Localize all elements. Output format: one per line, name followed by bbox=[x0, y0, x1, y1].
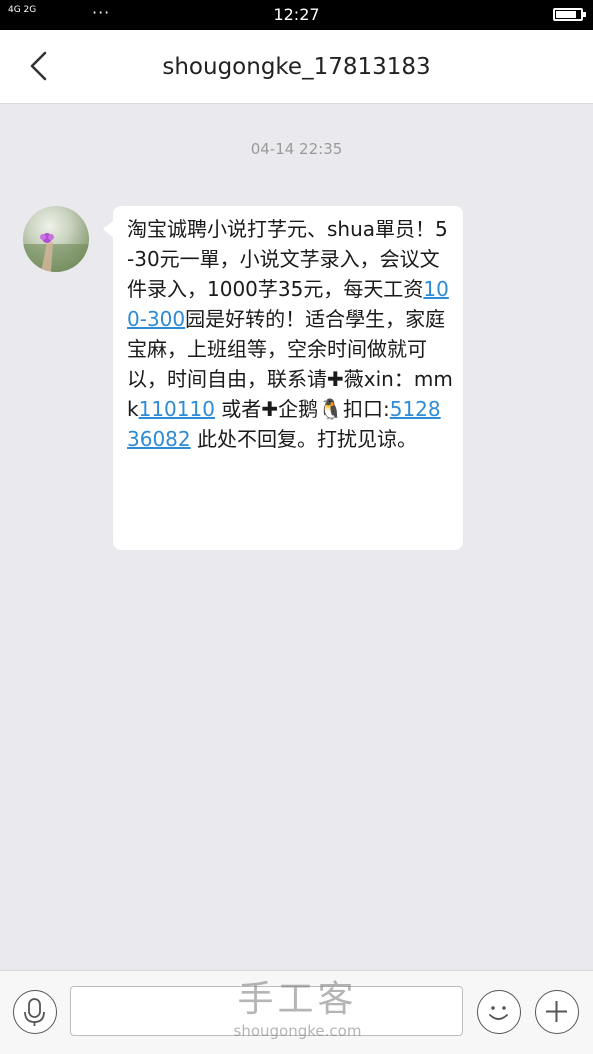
plus-icon: ✚ bbox=[327, 367, 344, 391]
status-bar: 4G 2G ··· 12:27 bbox=[0, 0, 593, 30]
message-segment: 企鹅 bbox=[278, 397, 319, 421]
smiley-icon bbox=[489, 1006, 508, 1020]
message-timestamp: 04-14 22:35 bbox=[250, 140, 343, 158]
plus-icon: ✚ bbox=[261, 397, 279, 421]
microphone-icon bbox=[24, 998, 45, 1026]
status-time: 12:27 bbox=[273, 5, 320, 24]
avatar[interactable] bbox=[23, 206, 89, 272]
message-bubble[interactable]: 淘宝诚聘小说打芓元、shua單员！5-30元一單，小说文芓录入，会议文件录入，1… bbox=[103, 206, 463, 550]
battery-icon bbox=[553, 8, 586, 21]
message-segment: 扣口: bbox=[342, 397, 390, 421]
battery-level bbox=[556, 11, 576, 18]
voice-button[interactable] bbox=[13, 990, 57, 1034]
emoji-button[interactable] bbox=[477, 990, 521, 1034]
watermark-logo: 手工客 bbox=[237, 979, 358, 1020]
message-segment: 淘宝诚聘小说打芓元、shua單员！5-30元一單，小说文芓录入，会议文件录入，1… bbox=[127, 217, 448, 301]
flower-photo-icon bbox=[23, 233, 89, 272]
message-segment: 此处不回复。打扰见谅。 bbox=[190, 427, 417, 451]
contact-title: shougongke_17813183 bbox=[162, 54, 431, 80]
message-segment: 或者 bbox=[214, 397, 262, 421]
plus-icon bbox=[546, 1001, 567, 1022]
penguin-icon: 🐧 bbox=[318, 397, 343, 421]
chat-header: shougongke_17813183 bbox=[0, 30, 593, 104]
watermark-url: shougongke.com bbox=[233, 1022, 362, 1040]
number-link[interactable]: 110110 bbox=[139, 397, 215, 421]
add-button[interactable] bbox=[535, 990, 579, 1034]
message-text: 淘宝诚聘小说打芓元、shua單员！5-30元一單，小说文芓录入，会议文件录入，1… bbox=[127, 214, 453, 454]
watermark: 手工客 shougongke.com bbox=[225, 979, 370, 1041]
